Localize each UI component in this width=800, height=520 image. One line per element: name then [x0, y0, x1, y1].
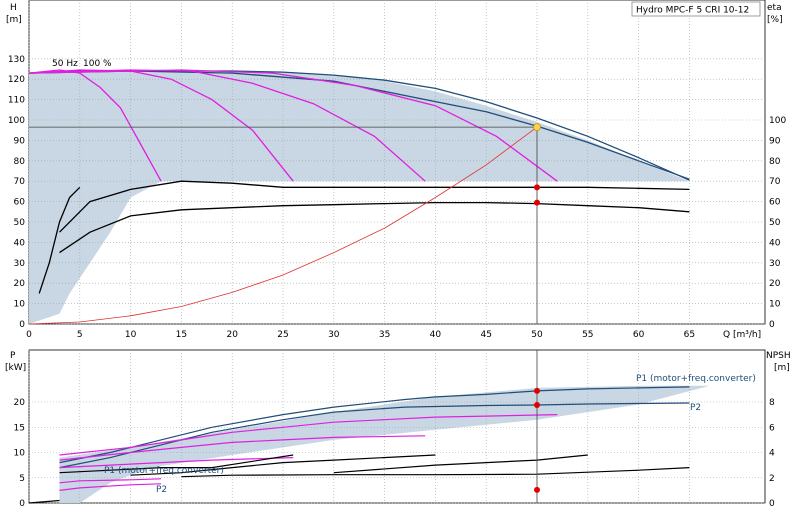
x-tick-label: 50 — [531, 330, 543, 340]
y-right-tick-label: 20 — [769, 279, 781, 289]
x-tick-label: 10 — [125, 330, 137, 340]
x-tick-label: 5 — [77, 330, 83, 340]
x-tick-label: 0 — [26, 330, 32, 340]
y-left-label-bottom: P — [10, 351, 16, 361]
y-left-unit-bottom: [kW] — [5, 363, 26, 373]
y-left-tick-label: 100 — [8, 116, 25, 126]
y-right-tick-label: 70 — [769, 177, 781, 187]
x-tick-label: 55 — [582, 330, 593, 340]
p-tick-label: 20 — [14, 398, 26, 408]
x-tick-label: 60 — [633, 330, 645, 340]
y-right-tick-label: 30 — [769, 259, 781, 269]
y-left-tick-label: 120 — [8, 75, 25, 85]
label-p1-bottom: P1 (motor+freq.converter) — [104, 466, 224, 476]
y-left-tick-label: 0 — [19, 320, 25, 330]
y-left-label-top: H — [10, 3, 17, 13]
y-right-label-bottom: NPSH — [766, 351, 791, 361]
npsh-point — [534, 486, 540, 493]
p-tick-label: 0 — [19, 499, 25, 509]
y-left-unit-top: [m] — [6, 15, 22, 25]
label-p2-top: P2 — [690, 403, 701, 413]
x-tick-label: 20 — [226, 330, 238, 340]
y-left-tick-label: 90 — [14, 136, 26, 146]
annotation-50hz: 50 Hz — [52, 59, 78, 69]
x-axis-label: Q [m³/h] — [723, 330, 761, 340]
y-right-tick-label: 80 — [769, 157, 781, 167]
pump-curve-chart: 0 5 10 15 20 25 30 35 40 45 50 55 60 65 0 10 20 30 40 50 60 7… — [0, 0, 800, 520]
y-left-tick-label: 40 — [14, 238, 26, 248]
y-right-tick-label: 0 — [769, 320, 775, 330]
label-p1-top: P1 (motor+freq.converter) — [636, 374, 756, 384]
y-left-tick-label: 30 — [14, 259, 26, 269]
y-left-tick-label: 50 — [14, 218, 26, 228]
y-right-tick-label: 40 — [769, 238, 781, 248]
power-point — [534, 402, 540, 409]
y-left-tick-label: 60 — [14, 198, 26, 208]
annotation-100: 100 % — [83, 59, 112, 69]
y-right-tick-label: 60 — [769, 198, 781, 208]
npsh-tick-label: 0 — [769, 499, 775, 509]
y-right-tick-label: 50 — [769, 218, 781, 228]
x-tick-label: 25 — [277, 330, 288, 340]
efficiency-point — [534, 199, 540, 206]
x-tick-label: 35 — [379, 330, 390, 340]
p-tick-label: 15 — [14, 423, 25, 433]
efficiency-point — [534, 184, 540, 191]
x-tick-label: 65 — [684, 330, 695, 340]
npsh-tick-label: 8 — [769, 398, 775, 408]
x-tick-label: 40 — [430, 330, 442, 340]
y-right-tick-label: 100 — [769, 116, 786, 126]
npsh-tick-label: 6 — [769, 423, 775, 433]
duty-point — [533, 123, 541, 132]
x-tick-label: 15 — [176, 330, 187, 340]
y-left-tick-label: 80 — [14, 157, 26, 167]
y-left-tick-label: 10 — [14, 300, 26, 310]
y-right-unit-bottom: [m] — [774, 363, 790, 373]
y-right-tick-label: 90 — [769, 136, 781, 146]
x-tick-label: 45 — [480, 330, 491, 340]
p-tick-label: 5 — [19, 474, 25, 484]
y-left-tick-label: 20 — [14, 279, 26, 289]
y-left-tick-label: 70 — [14, 177, 26, 187]
y-right-label-top: eta — [767, 3, 782, 13]
power-point — [534, 387, 540, 394]
y-right-tick-label: 10 — [769, 300, 781, 310]
p-tick-label: 10 — [14, 449, 26, 459]
chart-title: Hydro MPC-F 5 CRI 10-12 — [636, 6, 749, 16]
chart-svg: 0 5 10 15 20 25 30 35 40 45 50 55 60 6501020304050607… — [5, 0, 791, 509]
npsh-tick-label: 4 — [769, 449, 775, 459]
y-right-unit-top: [%] — [767, 15, 783, 25]
y-left-tick-label: 130 — [8, 55, 25, 65]
y-left-tick-label: 110 — [8, 96, 25, 106]
npsh-tick-label: 2 — [769, 474, 775, 484]
label-p2-bottom: P2 — [156, 485, 167, 495]
x-tick-label: 30 — [328, 330, 340, 340]
